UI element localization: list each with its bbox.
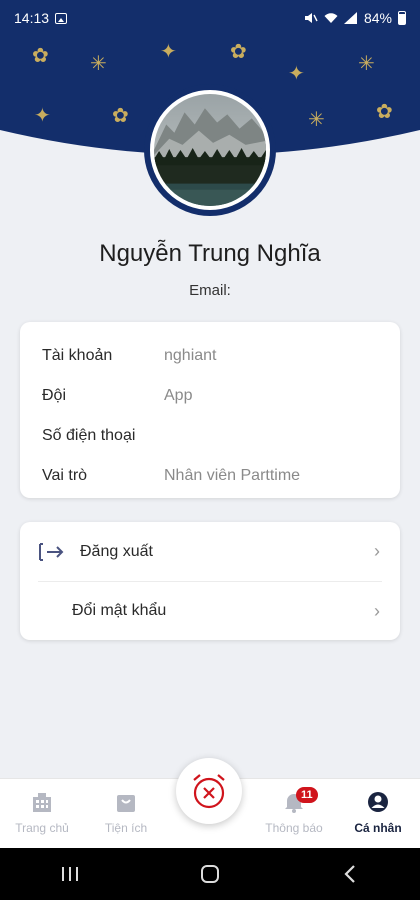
info-value: nghiant: [164, 347, 217, 364]
alarm-clock-button[interactable]: [176, 758, 242, 824]
recent-apps-icon: [62, 867, 78, 881]
avatar[interactable]: [144, 84, 276, 216]
back-button[interactable]: [330, 854, 370, 894]
info-row-team: Đội App: [20, 376, 400, 416]
diamond-ornament-icon: ✦: [160, 41, 177, 63]
flower-ornament-icon: ✿: [32, 45, 49, 67]
change-password-label: Đổi mật khẩu: [72, 602, 167, 619]
alarm-clock-cancel-icon: [193, 774, 225, 809]
actions-card: Đăng xuất › Đổi mật khẩu ›: [20, 522, 400, 640]
info-row-role: Vai trò Nhân viên Parttime: [20, 456, 400, 496]
signal-icon: [343, 12, 357, 24]
status-time: 14:13: [14, 10, 50, 26]
profile-email: Email:: [189, 282, 231, 299]
info-label: Đội: [42, 387, 67, 404]
avatar-image: [154, 94, 266, 206]
tab-notifications-label: Thông báo: [265, 821, 323, 835]
info-row-phone: Số điện thoại: [20, 416, 400, 456]
system-navigation-bar: [0, 848, 420, 900]
home-icon: [201, 865, 219, 883]
back-icon: [344, 865, 355, 883]
diamond-ornament-icon: ✦: [34, 105, 51, 127]
diamond-ornament-icon: ✦: [288, 63, 305, 85]
info-value: App: [164, 387, 193, 404]
flower-ornament-icon: ✿: [230, 41, 247, 63]
sparkle-ornament-icon: ✳: [358, 53, 375, 75]
tab-home-label: Trang chủ: [15, 821, 69, 835]
tab-personal-label: Cá nhân: [354, 821, 402, 835]
sparkle-ornament-icon: ✳: [308, 109, 325, 131]
tab-personal[interactable]: Cá nhân: [340, 791, 416, 835]
tab-utilities-label: Tiện ích: [104, 821, 148, 835]
logout-button[interactable]: Đăng xuất ›: [20, 522, 400, 581]
info-label: Tài khoản: [42, 347, 113, 364]
notification-badge: 11: [296, 787, 318, 803]
info-label: Số điện thoại: [42, 427, 136, 444]
shopping-bag-icon: [117, 795, 135, 812]
profile-name: Nguyễn Trung Nghĩa: [99, 240, 321, 267]
logout-label: Đăng xuất: [80, 542, 153, 560]
info-value: Nhân viên Parttime: [164, 467, 301, 484]
change-password-button[interactable]: Đổi mật khẩu ›: [38, 581, 382, 640]
info-row-account: Tài khoản nghiant: [20, 336, 400, 376]
tab-notifications[interactable]: 11 Thông báo: [256, 787, 332, 835]
chevron-right-icon: ›: [374, 541, 380, 561]
image-icon: [55, 12, 68, 24]
battery-icon: [398, 11, 406, 25]
logout-icon: [39, 542, 64, 561]
mute-icon: [304, 13, 318, 23]
flower-ornament-icon: ✿: [376, 101, 393, 123]
chevron-right-icon: ›: [374, 600, 380, 621]
building-icon: [33, 793, 51, 812]
flower-ornament-icon: ✿: [112, 105, 129, 127]
wifi-icon: [324, 13, 338, 23]
tab-utilities[interactable]: Tiện ích: [88, 791, 164, 835]
recent-apps-button[interactable]: [50, 854, 90, 894]
account-info-card: Tài khoản nghiant Đội App Số điện thoại …: [20, 322, 400, 498]
info-label: Vai trò: [42, 467, 88, 484]
home-button[interactable]: [190, 854, 230, 894]
status-bar: 14:13 84%: [0, 0, 420, 36]
sparkle-ornament-icon: ✳: [90, 53, 107, 75]
tab-home[interactable]: Trang chủ: [4, 791, 80, 835]
user-circle-icon: [368, 792, 388, 812]
battery-percent: 84%: [363, 10, 392, 26]
